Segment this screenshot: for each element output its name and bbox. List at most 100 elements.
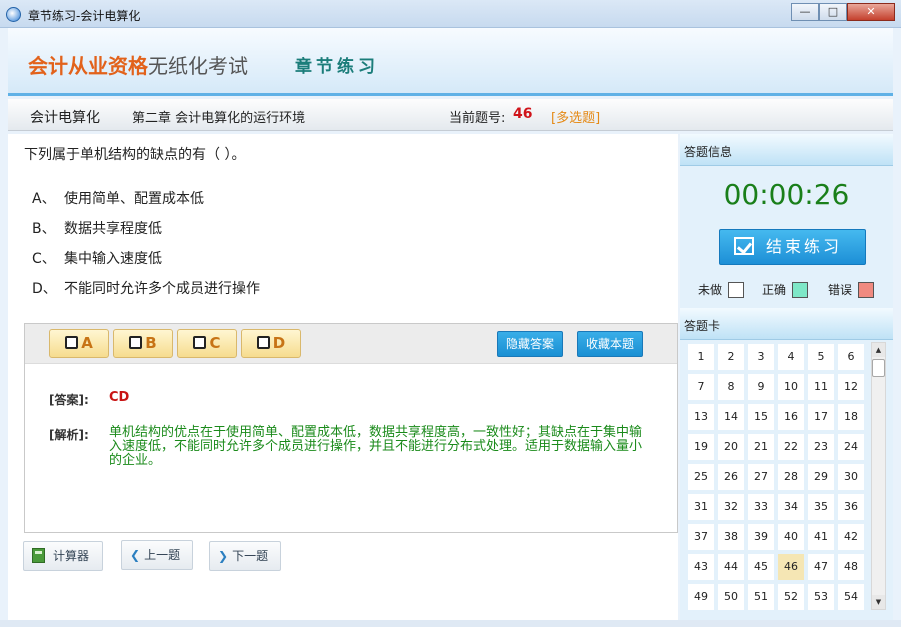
question-type: [多选题]	[551, 111, 601, 126]
answer-card-cell[interactable]: 19	[688, 434, 714, 460]
answer-card-cell[interactable]: 39	[748, 524, 774, 550]
answer-card-cell[interactable]: 18	[838, 404, 864, 430]
chevron-right-icon: ❯	[218, 549, 229, 563]
scroll-thumb[interactable]	[872, 359, 885, 377]
answer-toolbar: A B C D 隐藏答案 收藏本题	[25, 324, 677, 364]
answer-card-cell[interactable]: 34	[778, 494, 804, 520]
answer-card-cell[interactable]: 22	[778, 434, 804, 460]
answer-card-cell[interactable]: 3	[748, 344, 774, 370]
brand-title: 会计从业资格无纸化考试	[28, 50, 248, 79]
answer-card-cell[interactable]: 28	[778, 464, 804, 490]
answer-card-cell[interactable]: 25	[688, 464, 714, 490]
answer-card-cell[interactable]: 33	[748, 494, 774, 520]
answer-card-cell[interactable]: 7	[688, 374, 714, 400]
answer-card-cell[interactable]: 37	[688, 524, 714, 550]
app-logo-icon	[6, 7, 21, 22]
prev-question-button[interactable]: ❮ 上一题	[121, 540, 193, 570]
answer-card-cell[interactable]: 12	[838, 374, 864, 400]
answer-card-cell[interactable]: 31	[688, 494, 714, 520]
option-text: 使用简单、配置成本低	[64, 191, 204, 207]
answer-info-panel: 答题信息 00:00:26 结束练习 未做 正确 错误 答题卡 12345678…	[680, 134, 893, 620]
option-text: 数据共享程度低	[64, 221, 162, 237]
choice-a-checkbox[interactable]: A	[49, 329, 109, 358]
answer-card-cell[interactable]: 40	[778, 524, 804, 550]
answer-card-cell[interactable]: 54	[838, 584, 864, 610]
legend-undone: 未做	[698, 281, 745, 298]
answer-card-cell[interactable]: 42	[838, 524, 864, 550]
choice-b-checkbox[interactable]: B	[113, 329, 173, 358]
answer-card-cell[interactable]: 9	[748, 374, 774, 400]
header-banner: 会计从业资格无纸化考试 章节练习	[8, 28, 893, 96]
option-letter: A、	[32, 191, 56, 207]
answer-card-cell[interactable]: 41	[808, 524, 834, 550]
choice-d-checkbox[interactable]: D	[241, 329, 301, 358]
question-number: 46	[513, 106, 533, 122]
answer-card-cell[interactable]: 5	[808, 344, 834, 370]
question-text: 下列属于单机结构的缺点的有（ ）。	[24, 147, 246, 163]
answer-card-cell[interactable]: 8	[718, 374, 744, 400]
answer-card-cell[interactable]: 6	[838, 344, 864, 370]
answer-card-cell[interactable]: 48	[838, 554, 864, 580]
answer-card-cell[interactable]: 10	[778, 374, 804, 400]
scroll-down-icon[interactable]: ▼	[872, 595, 885, 609]
answer-card-cell[interactable]: 1	[688, 344, 714, 370]
next-question-button[interactable]: ❯ 下一题	[209, 541, 281, 571]
answer-card-cell[interactable]: 23	[808, 434, 834, 460]
answer-label: [答案]:	[49, 393, 89, 407]
window-title: 章节练习-会计电算化	[28, 9, 141, 23]
answer-card-cell[interactable]: 13	[688, 404, 714, 430]
option-text: 集中输入速度低	[64, 251, 162, 267]
answer-card-scrollbar[interactable]: ▲ ▼	[871, 342, 886, 610]
subject-label: 会计电算化	[30, 110, 100, 126]
answer-card-cell[interactable]: 11	[808, 374, 834, 400]
answer-card-cell[interactable]: 20	[718, 434, 744, 460]
answer-card-cell[interactable]: 47	[808, 554, 834, 580]
answer-card-cell[interactable]: 52	[778, 584, 804, 610]
answer-card-cell[interactable]: 46	[778, 554, 804, 580]
answer-card-cell[interactable]: 14	[718, 404, 744, 430]
answer-card-cell[interactable]: 51	[748, 584, 774, 610]
checkbox-icon	[65, 336, 79, 349]
close-button[interactable]: ✕	[847, 3, 895, 21]
finish-practice-button[interactable]: 结束练习	[719, 229, 866, 265]
answer-card-cell[interactable]: 50	[718, 584, 744, 610]
option-letter: B、	[32, 221, 56, 237]
answer-card-cell[interactable]: 45	[748, 554, 774, 580]
answer-card-cell[interactable]: 15	[748, 404, 774, 430]
answer-card-cell[interactable]: 44	[718, 554, 744, 580]
legend-correct: 正确	[762, 281, 809, 298]
answer-card-cell[interactable]: 26	[718, 464, 744, 490]
answer-card-cell[interactable]: 29	[808, 464, 834, 490]
answer-card-cell[interactable]: 36	[838, 494, 864, 520]
answer-card-cell[interactable]: 27	[748, 464, 774, 490]
choice-c-checkbox[interactable]: C	[177, 329, 237, 358]
answer-card-cell[interactable]: 21	[748, 434, 774, 460]
legend-swatch	[858, 282, 875, 298]
answer-card-cell[interactable]: 49	[688, 584, 714, 610]
maximize-button[interactable]: □	[819, 3, 847, 21]
bookmark-question-button[interactable]: 收藏本题	[577, 331, 644, 357]
answer-card-grid: 1 2 3 4 5 6 7 8 9 10 11 12 13 14 15 16 17 18 19 20 21 22 23 24 2…	[688, 344, 868, 610]
answer-card-cell[interactable]: 43	[688, 554, 714, 580]
minimize-button[interactable]: —	[791, 3, 819, 21]
calculator-button[interactable]: 计算器	[23, 541, 103, 571]
question-info-bar: 会计电算化 第二章 会计电算化的运行环境 当前题号: 46 [多选题]	[8, 99, 893, 131]
answer-card-cell[interactable]: 32	[718, 494, 744, 520]
option-letter: C、	[32, 251, 56, 267]
answer-card-cell[interactable]: 53	[808, 584, 834, 610]
answer-card-cell[interactable]: 4	[778, 344, 804, 370]
answer-card-cell[interactable]: 16	[778, 404, 804, 430]
answer-card-cell[interactable]: 35	[808, 494, 834, 520]
answer-card-cell[interactable]: 17	[808, 404, 834, 430]
answer-card-cell[interactable]: 38	[718, 524, 744, 550]
hide-answer-button[interactable]: 隐藏答案	[497, 331, 564, 357]
analysis-text: 单机结构的优点在于使用简单、配置成本低，数据共享程度高，一致性好；其缺点在于集中…	[109, 425, 643, 468]
legend-swatch	[728, 282, 745, 298]
answer-card-cell[interactable]: 30	[838, 464, 864, 490]
scroll-up-icon[interactable]: ▲	[872, 343, 885, 357]
answer-card-cell[interactable]: 2	[718, 344, 744, 370]
answer-card-cell[interactable]: 24	[838, 434, 864, 460]
section-title: 章节练习	[295, 57, 379, 77]
window-controls: — □ ✕	[791, 3, 895, 21]
brand-rest: 无纸化考试	[148, 54, 248, 78]
